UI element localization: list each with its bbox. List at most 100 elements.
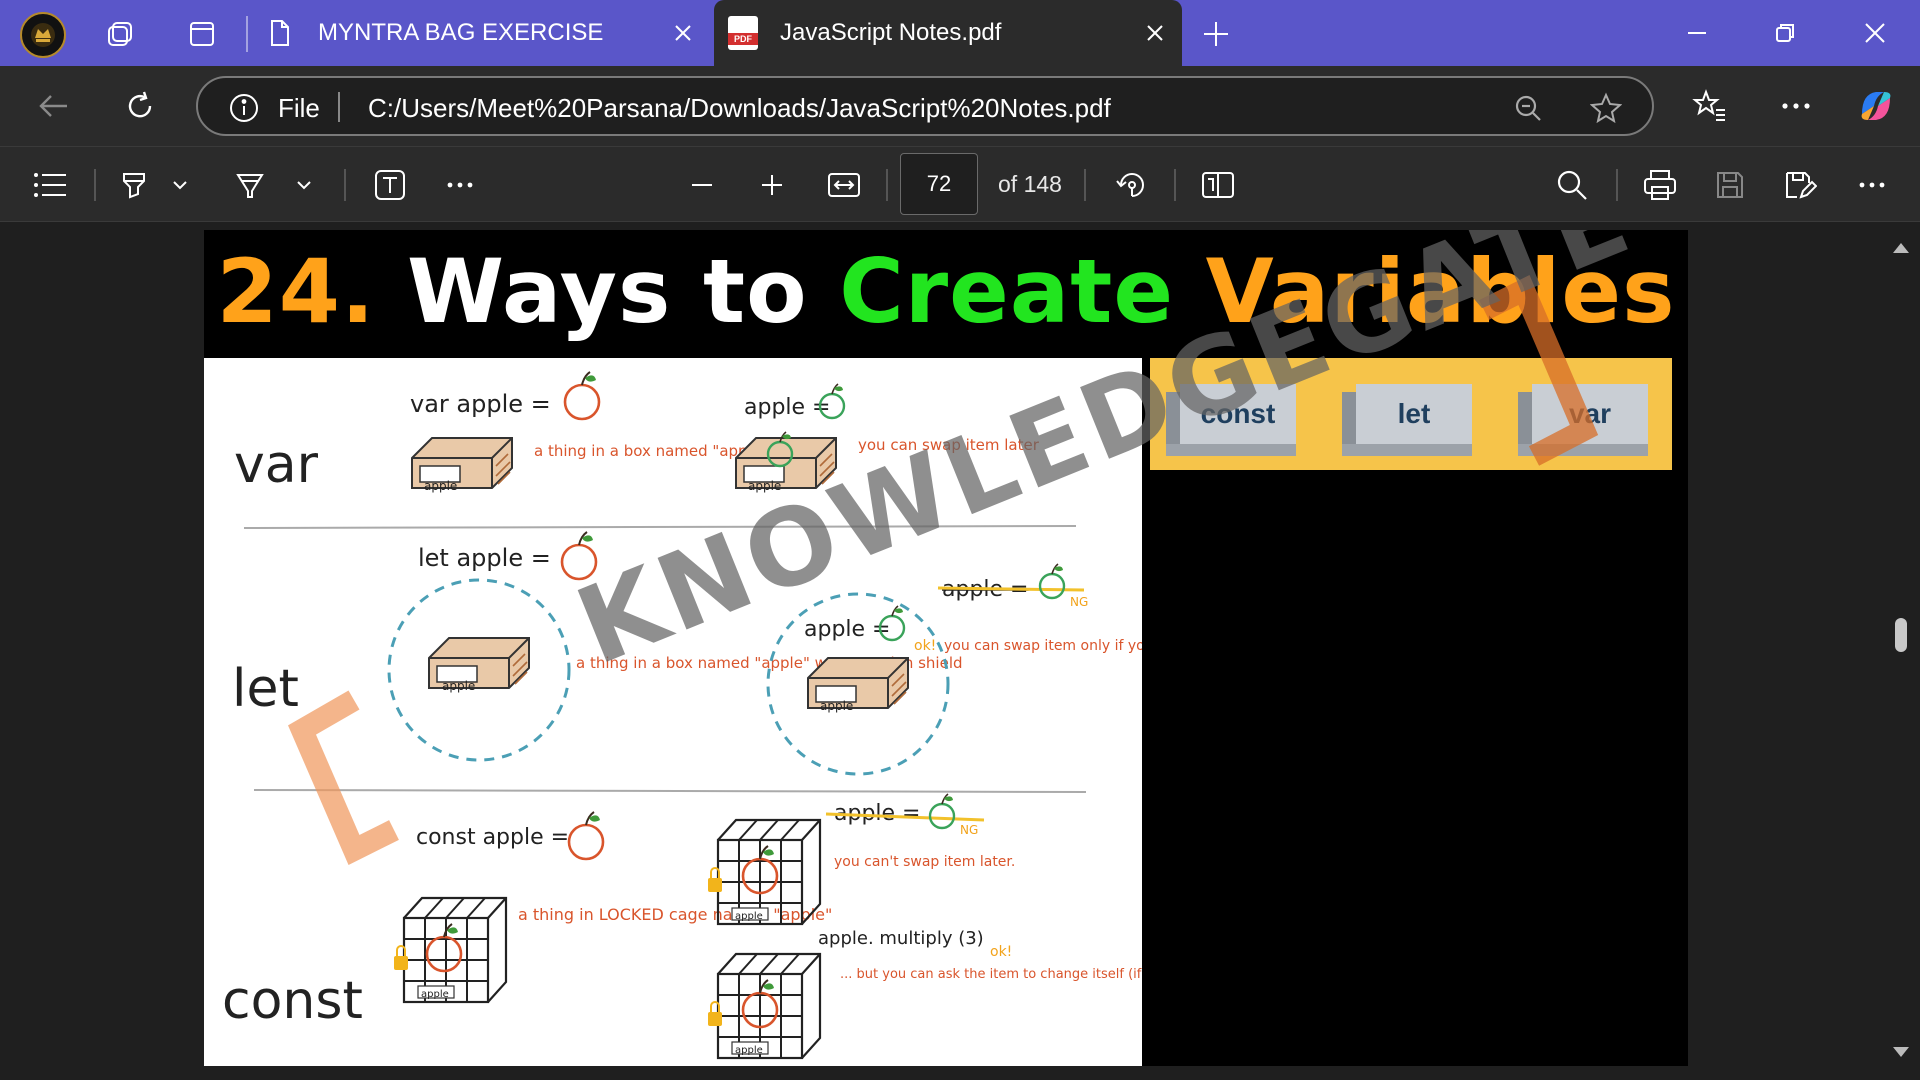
tab-separator bbox=[246, 16, 248, 52]
url-text[interactable]: C:/Users/Meet%20Parsana/Downloads/JavaSc… bbox=[368, 93, 1111, 124]
pdf-file-icon: PDF bbox=[728, 16, 758, 50]
draw-icon[interactable] bbox=[230, 165, 270, 205]
toolbar-separator bbox=[344, 169, 346, 201]
navigation-bar: File C:/Users/Meet%20Parsana/Downloads/J… bbox=[0, 66, 1920, 146]
vertical-scrollbar[interactable] bbox=[1882, 222, 1920, 1080]
save-icon[interactable] bbox=[1710, 165, 1750, 205]
const-row-label: const bbox=[222, 971, 363, 1031]
copilot-icon[interactable] bbox=[1854, 84, 1898, 128]
let-box-label: apple bbox=[442, 679, 475, 693]
let-ok: ok! bbox=[914, 638, 936, 654]
const-ok: ok! bbox=[990, 944, 1012, 960]
favorites-icon[interactable] bbox=[1688, 84, 1732, 128]
chevron-down-icon[interactable] bbox=[166, 165, 194, 205]
tab-strip: MYNTRA BAG EXERCISE PDF JavaScript Notes… bbox=[0, 0, 1920, 66]
more-tools-icon[interactable] bbox=[440, 165, 480, 205]
tab-actions-icon[interactable] bbox=[182, 14, 222, 54]
save-as-icon[interactable] bbox=[1780, 165, 1820, 205]
title-part3: Variables bbox=[1205, 240, 1676, 343]
new-tab-icon[interactable] bbox=[1196, 14, 1236, 54]
zoom-in-icon[interactable] bbox=[752, 165, 792, 205]
title-number: 24. bbox=[216, 240, 376, 343]
back-arrow-icon[interactable] bbox=[32, 84, 76, 128]
scroll-up-arrow-icon[interactable] bbox=[1891, 238, 1911, 258]
chevron-down-icon[interactable] bbox=[290, 165, 318, 205]
fit-width-icon[interactable] bbox=[824, 165, 864, 205]
const-cage-label-3: apple bbox=[735, 1045, 763, 1056]
const-note: a thing in LOCKED cage named "apple" bbox=[518, 905, 832, 924]
tab-javascript-notes[interactable]: PDF JavaScript Notes.pdf bbox=[714, 0, 1182, 66]
toolbar-separator bbox=[886, 169, 888, 201]
let-reassign: apple = bbox=[804, 617, 891, 642]
keyword-var: var bbox=[1532, 384, 1648, 444]
workspaces-icon[interactable] bbox=[100, 14, 140, 54]
const-declaration: const apple = bbox=[416, 825, 569, 850]
const-note-3: ... but you can ask the item to change i… bbox=[840, 967, 1142, 982]
more-icon[interactable] bbox=[1774, 84, 1818, 128]
var-box-label: apple bbox=[424, 479, 457, 493]
var-declaration: var apple = bbox=[410, 390, 551, 418]
title-part1: Ways to bbox=[407, 240, 808, 343]
keyword-const-block: const bbox=[1166, 384, 1296, 456]
keyword-let: let bbox=[1356, 384, 1472, 444]
close-icon[interactable] bbox=[1142, 20, 1168, 46]
var-reassign: apple = bbox=[744, 395, 831, 420]
let-note-2: you can swap item only if you ask inside… bbox=[944, 638, 1142, 654]
toolbar-separator bbox=[1084, 169, 1086, 201]
const-cage-label: apple bbox=[421, 989, 449, 1000]
const-cage-label-2: apple bbox=[735, 911, 763, 922]
pdf-toolbar: 72 of 148 bbox=[0, 146, 1920, 222]
var-note-2: you can swap item later bbox=[858, 436, 1040, 454]
title-part2: Create bbox=[839, 240, 1174, 343]
page-count-label: of 148 bbox=[998, 171, 1062, 197]
scrollbar-thumb[interactable] bbox=[1895, 618, 1907, 652]
more-icon[interactable] bbox=[1852, 165, 1892, 205]
let-row-label: let bbox=[232, 659, 299, 719]
profile-avatar-icon[interactable] bbox=[20, 12, 66, 58]
slide-title: 24. Ways to Create Variables bbox=[204, 240, 1688, 343]
zoom-out-icon[interactable] bbox=[1510, 90, 1546, 126]
keyword-var-block: var bbox=[1518, 384, 1648, 456]
let-box-label-2: apple bbox=[820, 699, 853, 713]
tab-title: MYNTRA BAG EXERCISE bbox=[318, 19, 604, 46]
favorite-star-icon[interactable] bbox=[1588, 90, 1624, 126]
let-declaration: let apple = bbox=[418, 544, 551, 572]
keyword-let-block: let bbox=[1342, 384, 1472, 456]
close-window-icon[interactable] bbox=[1850, 10, 1900, 56]
minimize-icon[interactable] bbox=[1672, 10, 1722, 56]
const-ng: NG bbox=[960, 823, 978, 837]
const-method-call: apple. multiply (3) bbox=[818, 928, 984, 949]
scheme-label: File bbox=[278, 93, 320, 123]
var-box-label-2: apple bbox=[748, 479, 781, 493]
document-icon bbox=[271, 20, 289, 46]
tab-title: JavaScript Notes.pdf bbox=[780, 19, 1002, 46]
toolbar-separator bbox=[94, 169, 96, 201]
refresh-icon[interactable] bbox=[118, 84, 162, 128]
page-number-input[interactable]: 72 bbox=[900, 153, 978, 215]
let-ng: NG bbox=[1070, 595, 1088, 609]
pdf-page: 24. Ways to Create Variables var var app… bbox=[204, 230, 1688, 1066]
document-viewport[interactable]: 24. Ways to Create Variables var var app… bbox=[0, 222, 1920, 1080]
rotate-icon[interactable] bbox=[1112, 165, 1152, 205]
zoom-out-icon[interactable] bbox=[682, 165, 722, 205]
print-icon[interactable] bbox=[1640, 165, 1680, 205]
restore-icon[interactable] bbox=[1760, 10, 1810, 56]
scroll-down-arrow-icon[interactable] bbox=[1891, 1042, 1911, 1062]
search-icon[interactable] bbox=[1552, 165, 1592, 205]
variables-illustration: var var apple = apple a thing in a box n… bbox=[204, 358, 1355, 1066]
var-row-label: var bbox=[234, 435, 319, 495]
keywords-panel: const let var bbox=[1150, 358, 1672, 470]
info-icon[interactable] bbox=[228, 92, 260, 129]
page-view-icon[interactable] bbox=[1198, 165, 1238, 205]
close-icon[interactable] bbox=[670, 20, 696, 46]
toolbar-separator bbox=[1616, 169, 1618, 201]
text-icon[interactable] bbox=[370, 165, 410, 205]
address-bar[interactable]: File C:/Users/Meet%20Parsana/Downloads/J… bbox=[196, 76, 1654, 136]
contents-list-icon[interactable] bbox=[30, 165, 70, 205]
highlight-icon[interactable] bbox=[114, 165, 154, 205]
tab-myntra[interactable]: MYNTRA BAG EXERCISE bbox=[250, 0, 710, 66]
keyword-const: const bbox=[1180, 384, 1296, 444]
toolbar-separator bbox=[1174, 169, 1176, 201]
var-note: a thing in a box named "apple" bbox=[534, 442, 768, 460]
const-note-2: you can't swap item later. bbox=[834, 854, 1015, 870]
